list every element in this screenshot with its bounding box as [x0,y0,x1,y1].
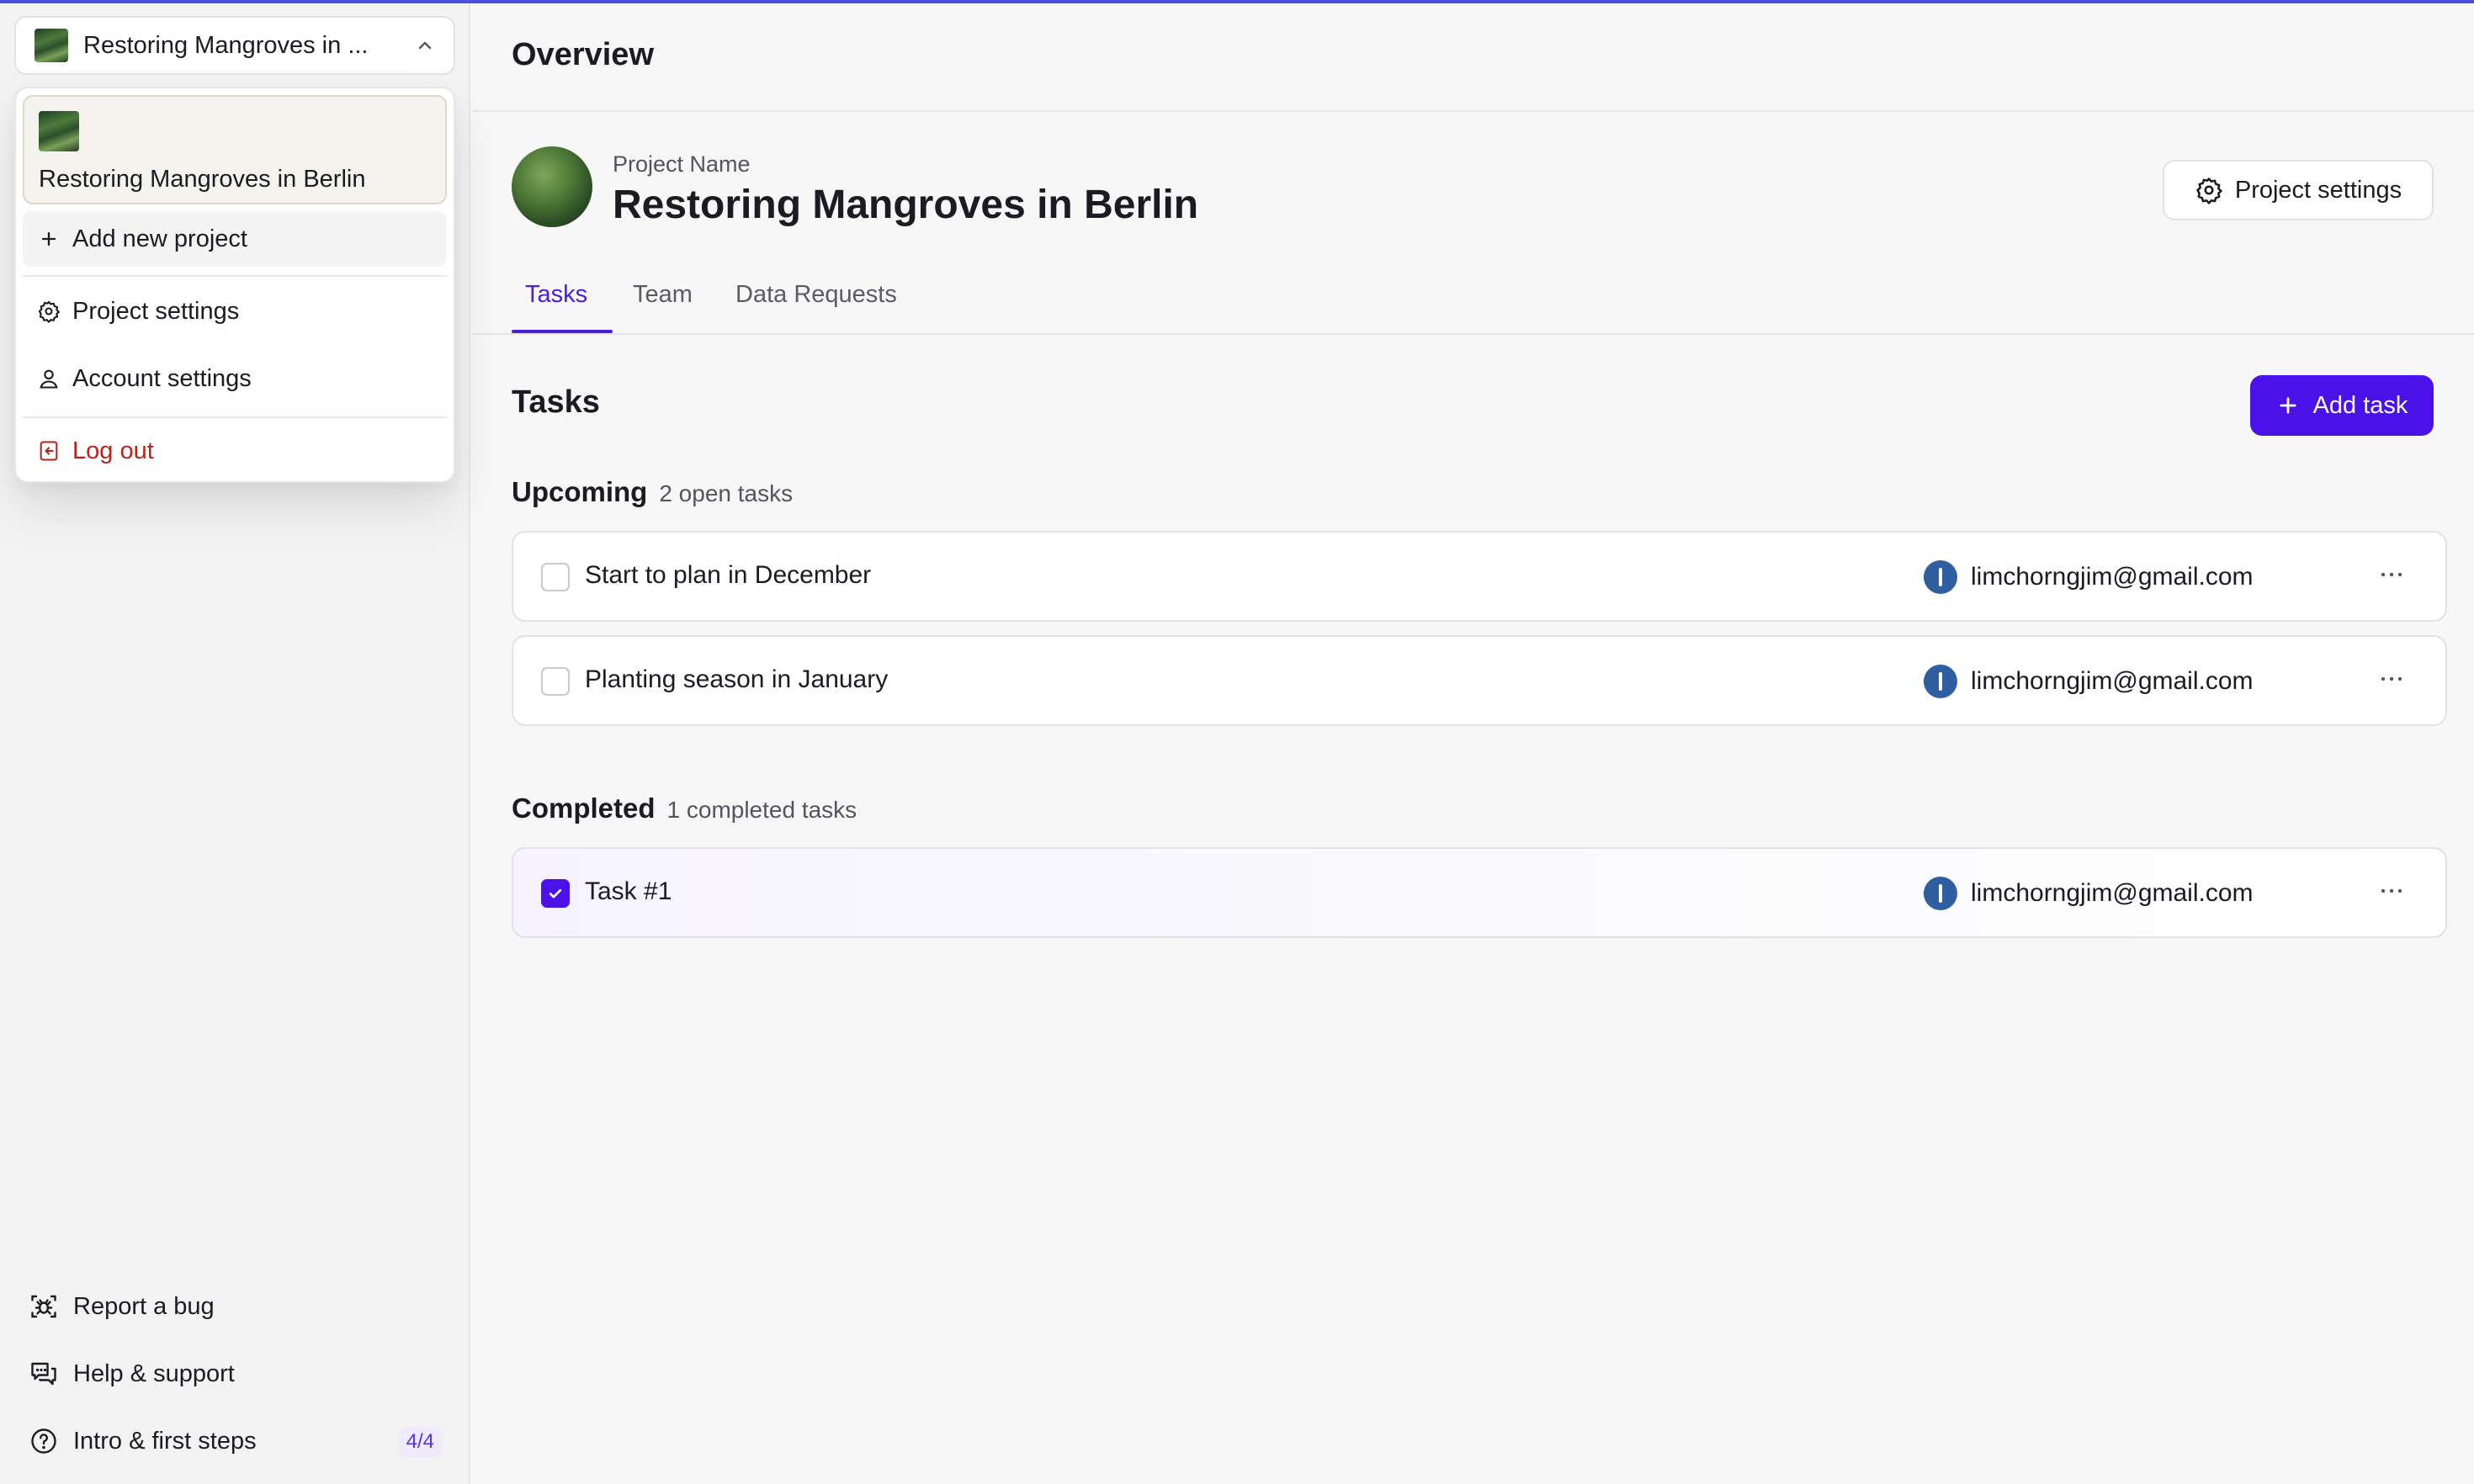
help-support-label: Help & support [73,1359,235,1387]
menu-account-settings-label: Account settings [72,364,252,392]
tasks-section-title: Tasks [512,384,600,420]
project-thumbnail [35,29,68,62]
project-thumbnail [39,111,79,151]
project-switcher[interactable]: Restoring Mangroves in ... [14,16,455,75]
completed-title: Completed [512,792,656,824]
log-out-item[interactable]: Log out [23,423,447,479]
menu-divider [23,416,447,418]
tab-bar: Tasks Team Data Requests [472,271,2474,335]
upcoming-heading: Upcoming 2 open tasks [512,476,793,508]
menu-project-settings-label: Project settings [72,297,240,325]
project-settings-button[interactable]: Project settings [2163,160,2434,220]
page-header: Overview [472,3,2474,112]
gear-icon [38,300,60,323]
project-avatar [512,146,592,227]
upcoming-count: 2 open tasks [659,480,794,506]
current-project-item[interactable]: Restoring Mangroves in Berlin [23,95,447,204]
task-checkbox[interactable] [541,563,570,591]
project-settings-button-label: Project settings [2234,176,2402,204]
intro-first-steps-label: Intro & first steps [73,1427,257,1455]
tab-team[interactable]: Team [633,281,693,309]
project-header: Project Name Restoring Mangroves in Berl… [512,146,2447,231]
project-name-label: Project Name [613,151,751,177]
completed-heading: Completed 1 completed tasks [512,792,857,824]
task-assignee: limchorngjim@gmail.com [1924,876,2254,911]
assignee-avatar [1924,560,1957,594]
more-horizontal-icon[interactable] [2375,874,2408,908]
progress-badge: 4/4 [397,1427,443,1457]
assignee-email: limchorngjim@gmail.com [1971,879,2254,907]
more-horizontal-icon[interactable] [2375,558,2408,591]
active-tab-indicator [512,330,613,333]
user-icon [40,369,58,389]
page-title: Overview [512,37,654,72]
logout-icon [40,441,58,461]
task-assignee: limchorngjim@gmail.com [1924,664,2254,699]
task-checkbox[interactable] [541,879,570,908]
help-support-link[interactable]: Help & support [29,1353,449,1395]
chat-bubbles-icon [31,1362,56,1386]
checkmark-icon [549,888,562,898]
add-new-project-label: Add new project [72,225,247,252]
main-content: Overview Project Name Restoring Mangrove… [472,3,2474,1484]
log-out-label: Log out [72,437,154,464]
top-accent-line [0,0,2474,3]
assignee-avatar [1924,877,1957,910]
task-row[interactable]: Planting season in January limchorngjim@… [512,635,2447,726]
tab-data-requests[interactable]: Data Requests [735,281,897,309]
assignee-email: limchorngjim@gmail.com [1971,667,2254,695]
question-circle-icon [31,1428,56,1454]
add-task-button[interactable]: Add task [2250,375,2434,436]
bug-icon [31,1295,56,1318]
report-bug-label: Report a bug [73,1292,215,1320]
add-new-project-item[interactable]: Add new project [23,211,447,267]
project-dropdown-menu: Restoring Mangroves in Berlin Add new pr… [14,87,455,483]
report-bug-link[interactable]: Report a bug [29,1285,449,1328]
completed-count: 1 completed tasks [666,797,857,823]
task-row[interactable]: Start to plan in December limchorngjim@g… [512,531,2447,622]
chevron-up-icon [418,41,432,50]
task-name: Planting season in January [585,665,889,693]
sidebar: Restoring Mangroves in ... Restoring Man… [0,0,470,1484]
more-horizontal-icon[interactable] [2375,662,2408,696]
menu-project-settings-item[interactable]: Project settings [23,284,447,339]
add-task-label: Add task [2312,391,2408,419]
upcoming-title: Upcoming [512,476,648,507]
project-name: Restoring Mangroves in Berlin [613,183,1199,227]
plus-icon [2280,397,2296,414]
menu-divider [23,275,447,277]
current-project-label: Restoring Mangroves in Berlin [39,166,366,193]
gear-icon [2196,178,2222,204]
task-assignee: limchorngjim@gmail.com [1924,559,2254,595]
tab-tasks[interactable]: Tasks [525,281,587,309]
assignee-email: limchorngjim@gmail.com [1971,563,2254,591]
project-switcher-label: Restoring Mangroves in ... [83,31,369,59]
intro-first-steps-link[interactable]: Intro & first steps 4/4 [29,1420,449,1462]
task-name: Task #1 [585,877,672,905]
menu-account-settings-item[interactable]: Account settings [23,351,447,406]
task-row[interactable]: Task #1 limchorngjim@gmail.com [512,847,2447,938]
task-name: Start to plan in December [585,561,872,589]
task-checkbox[interactable] [541,667,570,696]
assignee-avatar [1924,665,1957,698]
plus-icon [41,231,56,246]
